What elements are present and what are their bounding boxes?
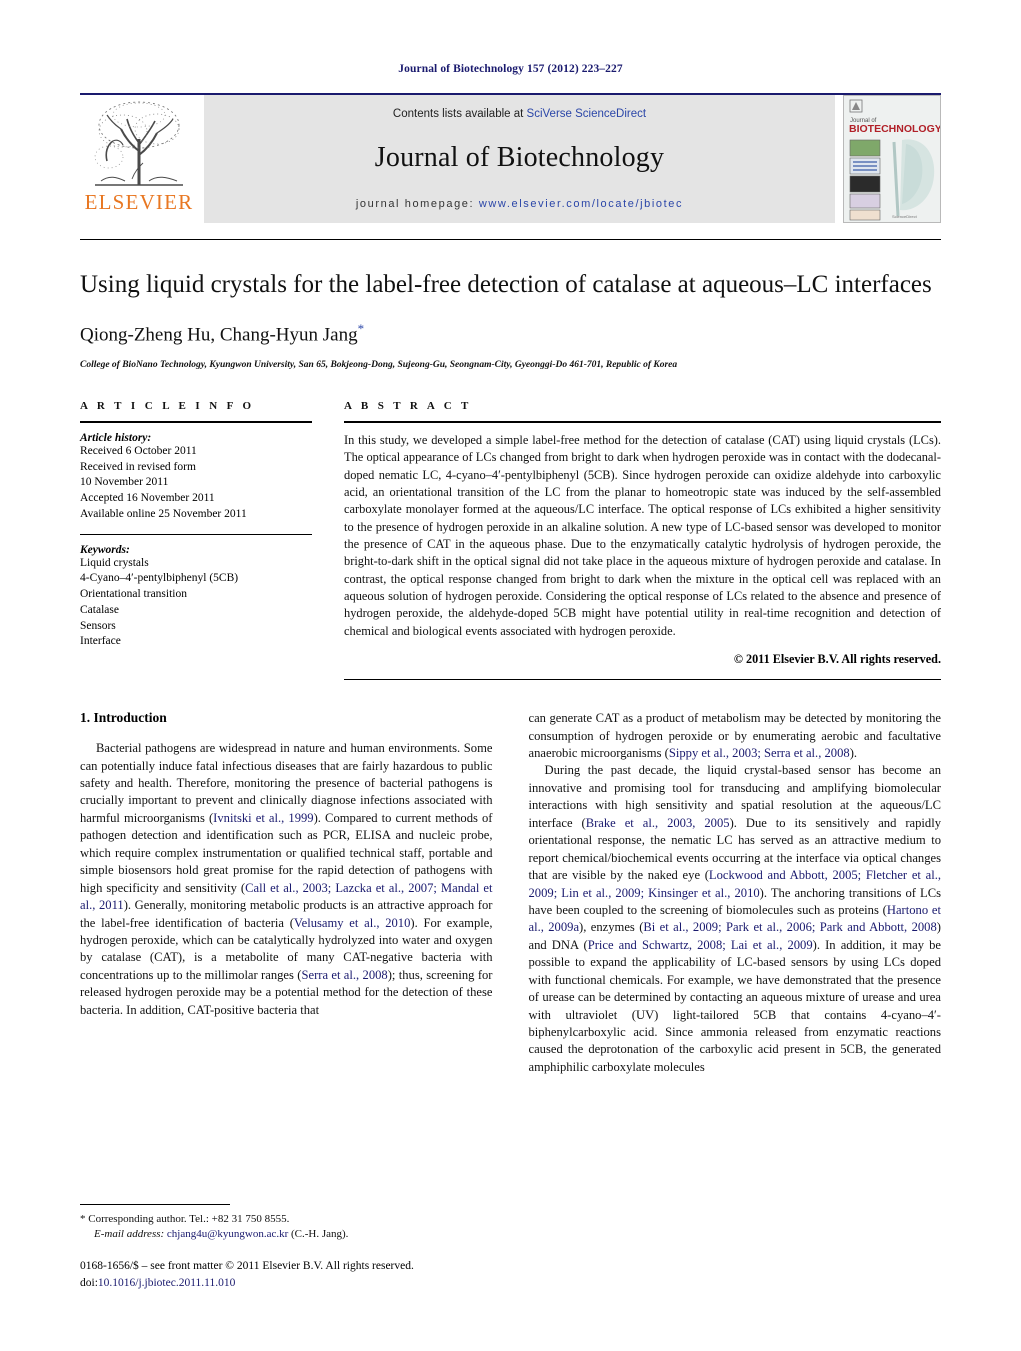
keyword-item: Orientational transition: [80, 588, 187, 601]
history-line: Received in revised form: [80, 460, 196, 473]
corresponding-author-marker: *: [357, 320, 365, 336]
footnote-rule: [80, 1204, 230, 1205]
svg-text:ScienceDirect: ScienceDirect: [892, 214, 918, 219]
history-line: Accepted 16 November 2011: [80, 492, 215, 505]
citation-link[interactable]: Bi et al., 2009; Park et al., 2006; Park…: [643, 920, 936, 934]
keywords-label: Keywords:: [80, 543, 130, 556]
elsevier-wordmark: ELSEVIER: [84, 190, 194, 214]
issn-doi-block: 0168-1656/$ – see front matter © 2011 El…: [80, 1258, 500, 1291]
abstract-rule: [344, 420, 941, 423]
history-line: Available online 25 November 2011: [80, 507, 247, 520]
elsevier-logo: ELSEVIER: [80, 95, 198, 223]
running-head: Journal of Biotechnology 157 (2012) 223–…: [398, 63, 623, 75]
homepage-prefix: journal homepage:: [355, 198, 479, 210]
paragraph-intro-right-continued: can generate CAT as a product of metabol…: [529, 710, 942, 762]
body-right-column: can generate CAT as a product of metabol…: [529, 710, 942, 1076]
paragraph-intro-left: Bacterial pathogens are widespread in na…: [80, 740, 493, 1019]
keyword-item: Liquid crystals: [80, 556, 149, 569]
citation-link[interactable]: Velusamy et al., 2010: [294, 916, 411, 930]
body-left-column: 1. Introduction Bacterial pathogens are …: [80, 710, 493, 1076]
article-info-rule: [80, 420, 312, 423]
journal-masthead: ELSEVIER Contents lists available at Sci…: [80, 93, 941, 223]
elsevier-tree-icon: [94, 101, 183, 186]
paragraph-text: ).: [849, 746, 858, 761]
section-heading-introduction: 1. Introduction: [80, 710, 167, 726]
email-note: E-mail address: chjang4u@kyungwon.ac.kr …: [80, 1227, 500, 1242]
abstract-copyright: © 2011 Elsevier B.V. All rights reserved…: [733, 652, 941, 667]
author-names: Qiong-Zheng Hu, Chang-Hyun Jang: [80, 323, 358, 345]
abstract-bottom-rule: [344, 679, 941, 681]
keyword-item: Interface: [80, 635, 121, 648]
svg-text:BIOTECHNOLOGY: BIOTECHNOLOGY: [849, 123, 940, 135]
homepage-url-link[interactable]: www.elsevier.com/locate/jbiotec: [479, 198, 683, 210]
history-line: 10 November 2011: [80, 476, 169, 489]
contents-prefix: Contents lists available at: [392, 108, 527, 120]
keywords-rule: [80, 533, 312, 535]
author-list: Qiong-Zheng Hu, Chang-Hyun Jang*: [80, 321, 941, 346]
footnote-block: * Corresponding author. Tel.: +82 31 750…: [80, 1204, 500, 1291]
citation-link[interactable]: Sippy et al., 2003; Serra et al., 2008: [669, 746, 850, 760]
abstract-text: In this study, we developed a simple lab…: [344, 432, 941, 638]
contents-available-line: Contents lists available at SciVerse Sci…: [393, 108, 646, 120]
abstract-heading: A B S T R A C T: [344, 399, 472, 412]
paragraph-lc-sensor: During the past decade, the liquid cryst…: [529, 762, 942, 1076]
journal-homepage-line: journal homepage: www.elsevier.com/locat…: [356, 198, 683, 210]
doi-prefix: doi:: [80, 1276, 98, 1289]
issn-line: 0168-1656/$ – see front matter © 2011 El…: [80, 1260, 414, 1273]
keyword-item: Sensors: [80, 619, 116, 632]
corresponding-author-text: Corresponding author. Tel.: +82 31 750 8…: [88, 1213, 290, 1225]
email-link[interactable]: chjang4u@kyungwon.ac.kr: [167, 1228, 288, 1240]
citation-link[interactable]: Brake et al., 2003, 2005: [586, 816, 730, 830]
email-label: E-mail address:: [94, 1228, 165, 1241]
corresponding-author-note: * Corresponding author. Tel.: +82 31 750…: [80, 1212, 500, 1227]
masthead-bottom-rule: [80, 239, 941, 240]
article-info-heading: A R T I C L E I N F O: [80, 399, 255, 412]
citation-link[interactable]: Price and Schwartz, 2008; Lai et al., 20…: [588, 938, 813, 952]
body-columns: 1. Introduction Bacterial pathogens are …: [80, 710, 941, 1076]
keyword-item: Catalase: [80, 603, 119, 616]
keyword-item: 4-Cyano–4′-pentylbiphenyl (5CB): [80, 572, 239, 585]
journal-banner: Contents lists available at SciVerse Sci…: [204, 95, 835, 223]
citation-link[interactable]: Ivnitski et al., 1999: [213, 811, 313, 825]
cover-artwork-icon: Journal of BIOTECHNOLOGY ScienceDirect: [844, 96, 940, 222]
info-abstract-row: A R T I C L E I N F O Article history: R…: [80, 399, 941, 681]
affiliation: College of BioNano Technology, Kyungwon …: [80, 359, 678, 370]
history-line: Received 6 October 2011: [80, 444, 197, 457]
footnote-marker: *: [80, 1213, 86, 1225]
article-page: Journal of Biotechnology 157 (2012) 223–…: [0, 0, 1021, 1351]
page-title: Using liquid crystals for the label-free…: [80, 271, 932, 298]
abstract-column: A B S T R A C T In this study, we develo…: [344, 399, 941, 681]
article-history-label: Article history:: [80, 431, 152, 444]
sciencedirect-link[interactable]: SciVerse ScienceDirect: [527, 108, 647, 120]
paragraph-text: ), enzymes (: [579, 920, 644, 935]
journal-cover-thumbnail: Journal of BIOTECHNOLOGY ScienceDirect: [843, 95, 941, 223]
doi-line: doi:10.1016/j.jbiotec.2011.11.010: [80, 1275, 500, 1291]
email-owner: (C.-H. Jang).: [291, 1228, 349, 1241]
article-info-column: A R T I C L E I N F O Article history: R…: [80, 400, 312, 680]
citation-link[interactable]: Serra et al., 2008: [301, 968, 387, 982]
paragraph-text: ). In addition, it may be possible to ex…: [528, 937, 942, 1074]
journal-title: Journal of Biotechnology: [374, 142, 665, 173]
doi-link[interactable]: 10.1016/j.jbiotec.2011.11.010: [98, 1277, 235, 1289]
